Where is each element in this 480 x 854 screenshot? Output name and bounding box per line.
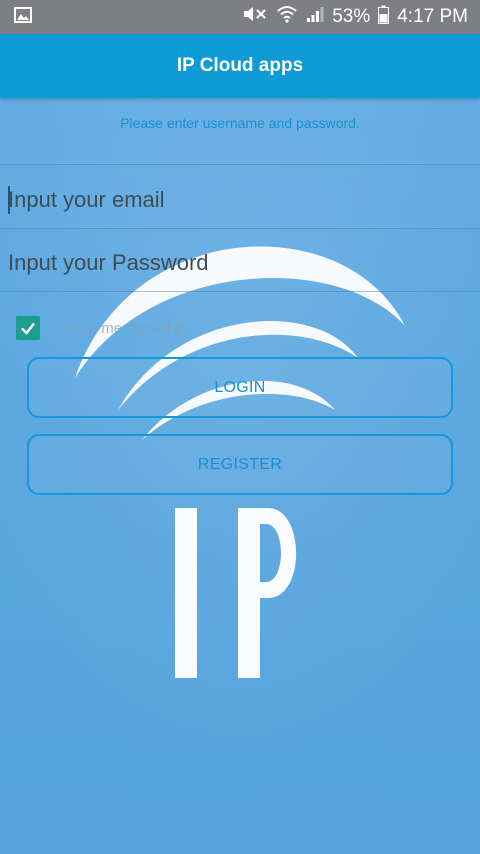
- app-bar: IP Cloud apps: [0, 34, 480, 98]
- wifi-icon: [276, 4, 298, 30]
- login-prompt: Please enter username and password.: [120, 115, 360, 131]
- status-bar: 53% 4:17 PM: [0, 0, 480, 34]
- register-button[interactable]: REGISTER: [27, 434, 453, 495]
- status-bar-right: 53% 4:17 PM: [242, 4, 468, 30]
- battery-icon: [378, 5, 390, 30]
- register-button-label: REGISTER: [197, 455, 283, 473]
- app-title: IP Cloud apps: [176, 55, 304, 76]
- check-icon: [21, 322, 35, 335]
- login-screen: Please enter username and password. Keep…: [0, 98, 480, 854]
- signal-icon: [306, 5, 324, 29]
- status-bar-left: [14, 6, 242, 28]
- divider-email: [0, 228, 480, 229]
- login-button-label: LOGIN: [214, 378, 266, 396]
- login-button[interactable]: LOGIN: [27, 357, 453, 418]
- keep-signed-in-label: Keep me signed in: [62, 319, 187, 337]
- keep-signed-in-checkbox[interactable]: [16, 316, 40, 340]
- text-cursor: [8, 186, 10, 214]
- divider-password: [0, 291, 480, 292]
- status-time: 4:17 PM: [397, 6, 468, 27]
- email-field[interactable]: [8, 180, 468, 220]
- keep-signed-in-row[interactable]: Keep me signed in: [16, 316, 186, 340]
- image-notification-icon: [14, 6, 32, 28]
- password-field[interactable]: [8, 243, 468, 283]
- mute-icon: [242, 4, 268, 30]
- battery-percent: 53%: [332, 6, 371, 27]
- divider-top: [0, 164, 480, 165]
